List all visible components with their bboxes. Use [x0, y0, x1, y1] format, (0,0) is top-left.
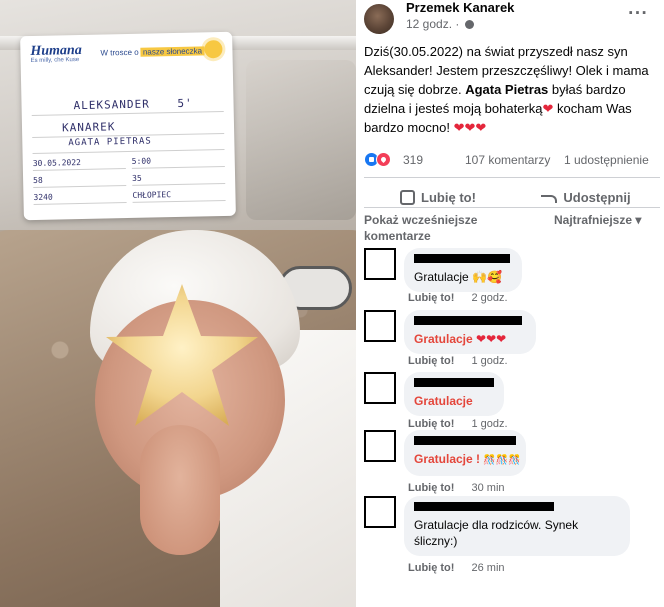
card-row-date: 30.05.2022 5:00	[32, 152, 225, 172]
post-text: Dziś(30.05.2022) na świat przyszedł nasz…	[364, 42, 660, 137]
divider-top	[364, 177, 660, 178]
post-panel: Przemek Kanarek 12 godz. · ··· Dziś(30.0…	[356, 0, 664, 607]
comment-meta: Lubię to! 1 godz.	[408, 355, 508, 367]
comment-avatar[interactable]	[364, 248, 396, 280]
comment-bubble: Gratulacje 🙌🥰	[404, 248, 522, 292]
card-date: 30.05.2022	[32, 155, 126, 172]
shares-count[interactable]: 1 udostępnienie	[564, 153, 649, 167]
card-weight: 3240	[33, 189, 127, 205]
censor-star-icon	[106, 284, 258, 426]
comment-like-link[interactable]: Lubię to!	[408, 562, 454, 574]
comment-meta: Lubię to! 26 min	[408, 562, 505, 574]
crib-side	[246, 60, 356, 220]
comment-avatar[interactable]	[364, 310, 396, 342]
comment-bubble: Gratulacje dla rodziców. Synek śliczny:)	[404, 496, 630, 556]
comment-text: Gratulacje ❤❤❤	[414, 331, 526, 347]
comment-like-link[interactable]: Lubię to!	[408, 418, 454, 430]
globe-icon	[464, 20, 474, 29]
post-photo[interactable]: Humana Es milly, che Kuse W trosce o nas…	[0, 0, 356, 607]
comment-text: Gratulacje	[414, 393, 494, 409]
comment-bubble: Gratulacje ❤❤❤	[404, 310, 536, 354]
card-num2: 35	[131, 169, 226, 186]
thumbs-up-icon	[400, 189, 416, 205]
redacted-name	[414, 254, 510, 263]
comment-time[interactable]: 30 min	[472, 482, 505, 494]
comment-text: Gratulacje dla rodziców. Synek	[414, 518, 579, 532]
post-stats: 319 107 komentarzy 1 udostępnienie	[364, 151, 660, 171]
comment-time[interactable]: 2 godz.	[472, 292, 508, 304]
comment-hearts-icon: ❤❤❤	[476, 332, 507, 346]
card-last-name-text: KANAREK	[61, 120, 116, 135]
name-card: Humana Es milly, che Kuse W trosce o nas…	[20, 31, 236, 221]
comment-avatar[interactable]	[364, 496, 396, 528]
tagged-person-link[interactable]: Agata Pietras	[465, 82, 548, 97]
comment-avatar[interactable]	[364, 430, 396, 462]
sort-comments-dropdown[interactable]: Najtrafniejsze ▾	[554, 212, 644, 228]
comment-time[interactable]: 1 godz.	[472, 355, 508, 367]
comment-like-link[interactable]: Lubię to!	[408, 292, 454, 304]
comment-text: Gratulacje 🙌🥰	[414, 269, 512, 285]
card-row-measures: 58 35	[32, 169, 226, 188]
comment-emoji-icon: 🙌🥰	[472, 270, 502, 284]
card-mother-text: AGATA PIETRAS	[68, 136, 152, 149]
comment-text-body: Gratulacje !	[414, 452, 481, 466]
comment-text: Gratulacje ! 🎊🎊🎊	[414, 451, 521, 469]
author-avatar[interactable]	[364, 4, 394, 34]
comment-meta: Lubię to! 2 godz.	[408, 292, 508, 304]
redacted-name	[414, 436, 516, 445]
card-num1: 58	[32, 172, 127, 188]
share-button-label: Udostępnij	[563, 189, 631, 205]
baby-hand	[140, 425, 220, 555]
card-row-weight: 3240 CHŁOPIEC	[33, 186, 226, 205]
comment-like-link[interactable]: Lubię to!	[408, 482, 454, 494]
hearts-emoji-icon: ❤❤❤	[453, 120, 487, 135]
comment-meta: Lubię to! 30 min	[408, 482, 505, 494]
share-arrow-icon	[541, 191, 558, 203]
card-tagline-prefix: W trosce o	[100, 47, 139, 58]
post-time[interactable]: 12 godz. ·	[406, 17, 459, 31]
like-button-label: Lubię to!	[421, 189, 476, 205]
card-first-name-extra: 5'	[177, 96, 193, 110]
comment-like-link[interactable]: Lubię to!	[408, 355, 454, 367]
card-first-name-text: ALEKSANDER	[73, 97, 150, 113]
show-previous-comments-link[interactable]: Pokaż wcześniejsze komentarze	[364, 212, 504, 244]
comment-avatar[interactable]	[364, 372, 396, 404]
card-time: 5:00	[131, 152, 225, 169]
comment-text-body: Gratulacje	[414, 394, 473, 408]
card-mother: AGATA PIETRAS	[32, 133, 225, 155]
comment-text-body: Gratulacje	[414, 270, 469, 284]
comments-count[interactable]: 107 komentarzy	[465, 153, 550, 167]
heart-emoji-icon: ❤	[542, 101, 554, 116]
comment-bubble: Gratulacje	[404, 372, 504, 416]
redacted-name	[414, 316, 522, 325]
comment-text-body: Gratulacje	[414, 332, 473, 346]
love-reaction-icon[interactable]	[376, 152, 391, 167]
comment-time[interactable]: 26 min	[472, 562, 505, 574]
comment-confetti-icon: 🎊🎊🎊	[483, 455, 521, 466]
redacted-name	[414, 378, 494, 387]
comment-meta: Lubię to! 1 godz.	[408, 418, 508, 430]
reactions-count[interactable]: 319	[403, 153, 423, 167]
redacted-name	[414, 502, 554, 511]
card-sex: CHŁOPIEC	[132, 186, 226, 203]
post-meta: 12 godz. ·	[406, 17, 474, 31]
comment-text-line-2: śliczny:)	[414, 534, 458, 548]
more-options-icon[interactable]: ···	[628, 4, 648, 22]
divider-bottom	[364, 207, 660, 208]
card-tagline-highlight: nasze słoneczka	[140, 46, 205, 57]
author-name[interactable]: Przemek Kanarek	[406, 0, 514, 15]
comment-time[interactable]: 1 godz.	[472, 418, 508, 430]
comment-bubble: Gratulacje ! 🎊🎊🎊	[404, 430, 526, 476]
